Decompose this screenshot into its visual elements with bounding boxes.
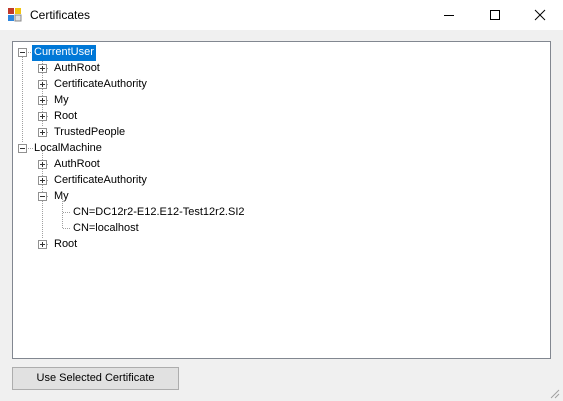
expand-icon[interactable] xyxy=(38,96,47,105)
tree-node-certificateauthority[interactable]: CertificateAuthority xyxy=(52,173,149,189)
window-title: Certificates xyxy=(30,8,91,22)
certificate-app-icon xyxy=(8,8,22,22)
maximize-icon xyxy=(490,10,500,20)
tree-node-my[interactable]: My xyxy=(52,189,71,205)
tree-node-localmachine[interactable]: LocalMachine xyxy=(32,141,104,157)
certificates-window: Certificates CurrentUser AuthRoot Certif… xyxy=(0,0,563,401)
expand-icon[interactable] xyxy=(38,176,47,185)
tree-node-root[interactable]: Root xyxy=(52,109,79,125)
collapse-icon[interactable] xyxy=(38,192,47,201)
tree-node-certificateauthority[interactable]: CertificateAuthority xyxy=(52,77,149,93)
collapse-icon[interactable] xyxy=(18,48,27,57)
tree-node-authroot[interactable]: AuthRoot xyxy=(52,61,102,77)
tree-node-certificate[interactable]: CN=localhost xyxy=(71,221,141,237)
expand-icon[interactable] xyxy=(38,64,47,73)
resize-grip-icon[interactable] xyxy=(548,387,560,399)
tree-node-trustedpeople[interactable]: TrustedPeople xyxy=(52,125,127,141)
title-bar[interactable]: Certificates xyxy=(0,0,563,30)
tree-node-currentuser[interactable]: CurrentUser xyxy=(32,45,96,61)
expand-icon[interactable] xyxy=(38,160,47,169)
expand-icon[interactable] xyxy=(38,128,47,137)
expand-icon[interactable] xyxy=(38,112,47,121)
use-selected-certificate-button[interactable]: Use Selected Certificate xyxy=(12,367,179,390)
tree-node-authroot[interactable]: AuthRoot xyxy=(52,157,102,173)
close-icon xyxy=(534,9,546,21)
minimize-button[interactable] xyxy=(426,0,472,30)
expand-icon[interactable] xyxy=(38,80,47,89)
collapse-icon[interactable] xyxy=(18,144,27,153)
maximize-button[interactable] xyxy=(472,0,518,30)
expand-icon[interactable] xyxy=(38,240,47,249)
minimize-icon xyxy=(444,15,454,16)
tree-node-my[interactable]: My xyxy=(52,93,71,109)
tree-node-root[interactable]: Root xyxy=(52,237,79,253)
certificate-tree[interactable]: CurrentUser AuthRoot CertificateAuthorit… xyxy=(12,41,551,359)
tree-node-certificate[interactable]: CN=DC12r2-E12.E12-Test12r2.SI2 xyxy=(71,205,247,221)
close-button[interactable] xyxy=(517,0,563,30)
